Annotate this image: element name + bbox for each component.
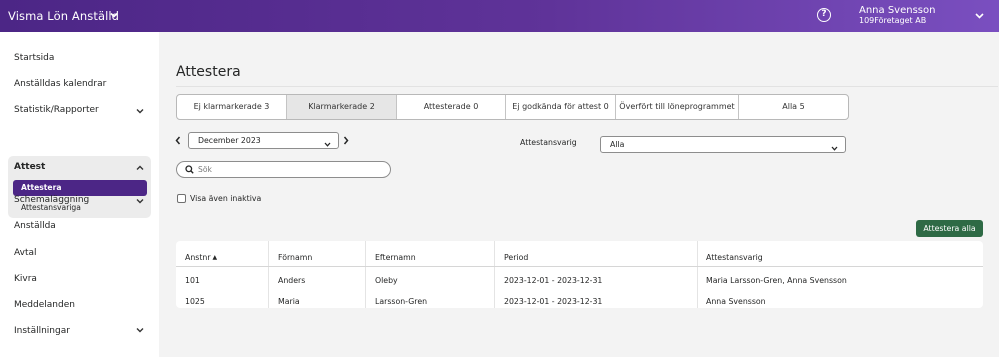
table-cell[interactable]: Larsson-Gren bbox=[375, 297, 427, 306]
chevron-down-icon[interactable] bbox=[975, 12, 984, 22]
sort-ascending-icon[interactable]: ▲ bbox=[213, 254, 218, 261]
sidebar-item-meddelanden[interactable]: Meddelanden bbox=[14, 300, 75, 310]
chevron-down-icon[interactable] bbox=[136, 197, 144, 207]
sidebar-item-kivra[interactable]: Kivra bbox=[14, 274, 37, 284]
app-title[interactable]: Visma Lön Anställd bbox=[8, 9, 119, 23]
column-divider bbox=[268, 241, 269, 308]
month-select-value: December 2023 bbox=[198, 136, 261, 145]
column-header-anstnr[interactable]: Anstnr ▲ bbox=[185, 253, 217, 262]
table-cell[interactable]: Oleby bbox=[375, 276, 398, 285]
user-name[interactable]: Anna Svensson bbox=[859, 5, 935, 16]
page-title: Attestera bbox=[176, 64, 241, 80]
table-cell[interactable]: 2023-12-01 - 2023-12-31 bbox=[504, 297, 602, 306]
chevron-down-icon bbox=[831, 141, 838, 156]
column-header-attestansvarig[interactable]: Attestansvarig bbox=[706, 253, 763, 262]
table-cell[interactable]: 2023-12-01 - 2023-12-31 bbox=[504, 276, 602, 285]
show-inactive-checkbox[interactable] bbox=[177, 194, 186, 203]
sidebar-item-installningar[interactable]: Inställningar bbox=[14, 326, 70, 336]
sidebar-group-attest: Attest Attestera Attestansvariga bbox=[8, 156, 151, 218]
divider bbox=[176, 86, 998, 87]
sidebar-item-anstallda[interactable]: Anställda bbox=[14, 221, 56, 231]
sidebar-item-attest[interactable]: Attest bbox=[14, 162, 45, 172]
sidebar: Startsida Anställdas kalendrar Statistik… bbox=[0, 32, 159, 357]
tab-overfort[interactable]: Överfört till löneprogrammet 0 bbox=[616, 95, 739, 119]
chevron-down-icon bbox=[324, 137, 331, 152]
chevron-down-icon[interactable] bbox=[136, 107, 144, 117]
chevron-up-icon[interactable] bbox=[136, 164, 144, 174]
tab-ej-klarmarkerade[interactable]: Ej klarmarkerade 3 bbox=[177, 95, 287, 119]
help-icon[interactable]: ? bbox=[817, 8, 831, 22]
search-input[interactable] bbox=[198, 163, 383, 176]
column-header-label: Anstnr bbox=[185, 253, 211, 262]
sidebar-item-schemalaggning[interactable]: Schemaläggning bbox=[14, 195, 89, 205]
table-cell[interactable]: Maria Larsson-Gren, Anna Svensson bbox=[706, 276, 847, 285]
tab-alla[interactable]: Alla 5 bbox=[739, 95, 848, 119]
attestansvarig-select[interactable]: Alla bbox=[600, 136, 846, 153]
month-select[interactable]: December 2023 bbox=[188, 132, 339, 149]
chevron-down-icon[interactable] bbox=[110, 11, 118, 21]
tab-klarmarkerade[interactable]: Klarmarkerade 2 bbox=[287, 95, 397, 119]
column-header-efternamn[interactable]: Efternamn bbox=[375, 253, 416, 262]
sidebar-subitem-attestera[interactable]: Attestera bbox=[13, 180, 147, 196]
attest-table: Anstnr ▲ Förnamn Efternamn Period Attesta… bbox=[176, 241, 983, 308]
sidebar-item-avtal[interactable]: Avtal bbox=[14, 248, 37, 258]
column-header-fornamn[interactable]: Förnamn bbox=[278, 253, 312, 262]
table-header-divider bbox=[176, 266, 983, 267]
search-icon bbox=[185, 165, 194, 177]
attest-all-button[interactable]: Attestera alla bbox=[916, 220, 983, 237]
column-divider bbox=[697, 241, 698, 308]
chevron-left-icon[interactable] bbox=[175, 136, 181, 148]
status-tabs: Ej klarmarkerade 3 Klarmarkerade 2 Attes… bbox=[176, 94, 849, 120]
chevron-right-icon[interactable] bbox=[343, 136, 349, 148]
sidebar-item-statistik[interactable]: Statistik/Rapporter bbox=[14, 105, 99, 115]
search-box bbox=[176, 161, 391, 178]
tab-attesterade[interactable]: Attesterade 0 bbox=[397, 95, 506, 119]
table-cell[interactable]: 1025 bbox=[185, 297, 205, 306]
attestansvarig-label: Attestansvarig bbox=[520, 138, 577, 147]
table-cell[interactable]: Anna Svensson bbox=[706, 297, 766, 306]
tab-ej-godkanda[interactable]: Ej godkända för attest 0 bbox=[506, 95, 616, 119]
column-header-period[interactable]: Period bbox=[504, 253, 528, 262]
sidebar-item-startsida[interactable]: Startsida bbox=[14, 53, 54, 63]
top-bar: Visma Lön Anställd ? Anna Svensson 109Fö… bbox=[0, 0, 999, 32]
chevron-down-icon[interactable] bbox=[136, 326, 144, 336]
table-cell[interactable]: 101 bbox=[185, 276, 200, 285]
table-cell[interactable]: Anders bbox=[278, 276, 305, 285]
column-divider bbox=[494, 241, 495, 308]
company-name: 109Företaget AB bbox=[859, 16, 927, 25]
column-divider bbox=[365, 241, 366, 308]
attestansvarig-select-value: Alla bbox=[610, 140, 625, 149]
show-inactive-label[interactable]: Visa även inaktiva bbox=[190, 194, 261, 203]
sidebar-item-anstalldas-kalendrar[interactable]: Anställdas kalendrar bbox=[14, 79, 106, 89]
table-cell[interactable]: Maria bbox=[278, 297, 300, 306]
